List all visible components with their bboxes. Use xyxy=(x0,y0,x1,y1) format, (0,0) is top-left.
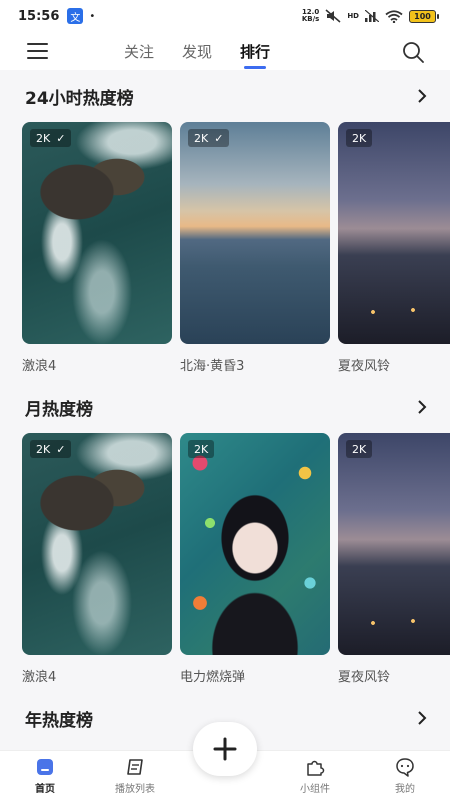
chevron-right-icon[interactable] xyxy=(416,400,428,414)
app-notification-icon: 文 xyxy=(67,8,84,24)
battery-icon: 100 xyxy=(409,9,439,23)
section-title: 24小时热度榜 xyxy=(25,88,134,109)
nav-playlist[interactable]: 播放列表 xyxy=(90,751,180,800)
card-row: 2K ✓ 激浪4 2K ✓ 北海·黄昏3 2K 夏夜风铃 xyxy=(0,122,450,374)
network-speed-unit: KB/s xyxy=(301,15,320,23)
hd-indicator: HD xyxy=(347,12,359,20)
check-icon: ✓ xyxy=(214,131,224,145)
battery-level: 100 xyxy=(414,11,431,21)
top-nav: 关注 发现 排行 xyxy=(0,32,450,70)
wallpaper-card[interactable]: 2K 电力燃烧弹 xyxy=(180,433,330,685)
network-speed: 12.0 KB/s xyxy=(302,9,319,23)
signal-icon xyxy=(365,10,379,22)
wallpaper-thumbnail[interactable]: 2K ✓ xyxy=(22,122,172,344)
chevron-right-icon[interactable] xyxy=(416,711,428,725)
section-24h-ranking: 24小时热度榜 2K ✓ 激浪4 2K ✓ 北海·黄昏3 2K 夏夜风铃 xyxy=(0,70,450,374)
status-bar: 15:56 文 • 12.0 KB/s HD 100 xyxy=(0,0,450,32)
resolution-badge: 2K xyxy=(188,440,215,458)
resolution-badge: 2K ✓ xyxy=(188,129,230,147)
nav-label: 小组件 xyxy=(300,783,330,795)
wallpaper-caption: 北海·黄昏3 xyxy=(180,359,245,374)
chevron-right-icon[interactable] xyxy=(416,89,428,103)
profile-icon xyxy=(396,757,414,777)
wallpaper-thumbnail[interactable]: 2K xyxy=(338,122,450,344)
nav-label: 首页 xyxy=(35,783,55,795)
add-button[interactable] xyxy=(193,722,257,776)
resolution-label: 2K xyxy=(194,442,209,456)
section-title: 年热度榜 xyxy=(25,710,93,731)
tab-follow[interactable]: 关注 xyxy=(124,41,154,62)
nav-label: 我的 xyxy=(395,783,415,795)
wallpaper-card[interactable]: 2K 夏夜风铃 xyxy=(338,433,450,685)
tab-ranking[interactable]: 排行 xyxy=(240,41,270,69)
resolution-badge: 2K xyxy=(346,440,373,458)
resolution-badge: 2K ✓ xyxy=(30,440,72,458)
section-title: 月热度榜 xyxy=(25,399,93,420)
wallpaper-caption: 电力燃烧弹 xyxy=(180,670,246,685)
check-icon: ✓ xyxy=(56,442,66,456)
nav-label: 播放列表 xyxy=(115,783,155,795)
home-icon xyxy=(37,758,53,775)
resolution-badge: 2K ✓ xyxy=(30,129,72,147)
wallpaper-thumbnail[interactable]: 2K xyxy=(180,433,330,655)
section-monthly-ranking: 月热度榜 2K ✓ 激浪4 2K 电力燃烧弹 2K 夏夜风铃 xyxy=(0,381,450,685)
wallpaper-caption: 夏夜风铃 xyxy=(338,670,391,685)
playlist-icon xyxy=(127,758,143,775)
tab-discover[interactable]: 发现 xyxy=(182,41,212,62)
wallpaper-card[interactable]: 2K ✓ 激浪4 xyxy=(22,122,172,374)
wallpaper-thumbnail[interactable]: 2K xyxy=(338,433,450,655)
widget-icon xyxy=(307,760,325,776)
card-row: 2K ✓ 激浪4 2K 电力燃烧弹 2K 夏夜风铃 xyxy=(0,433,450,685)
wallpaper-card[interactable]: 2K ✓ 激浪4 xyxy=(22,433,172,685)
wifi-icon xyxy=(385,9,403,23)
resolution-badge: 2K xyxy=(346,129,373,147)
ranking-content[interactable]: 24小时热度榜 2K ✓ 激浪4 2K ✓ 北海·黄昏3 2K 夏夜风铃 月热度… xyxy=(0,70,450,750)
wallpaper-card[interactable]: 2K 夏夜风铃 xyxy=(338,122,450,374)
resolution-label: 2K xyxy=(36,442,51,456)
wallpaper-caption: 夏夜风铃 xyxy=(338,359,391,374)
wallpaper-thumbnail[interactable]: 2K ✓ xyxy=(22,433,172,655)
mute-icon xyxy=(325,9,341,23)
section-header[interactable]: 月热度榜 xyxy=(0,381,450,433)
section-header[interactable]: 24小时热度榜 xyxy=(0,70,450,122)
plus-icon xyxy=(213,737,237,761)
nav-widget[interactable]: 小组件 xyxy=(270,751,360,800)
search-icon[interactable] xyxy=(402,41,424,63)
menu-icon[interactable] xyxy=(27,43,48,59)
status-time: 15:56 xyxy=(18,8,60,24)
wallpaper-thumbnail[interactable]: 2K ✓ xyxy=(180,122,330,344)
wallpaper-caption: 激浪4 xyxy=(22,670,57,685)
resolution-label: 2K xyxy=(36,131,51,145)
resolution-label: 2K xyxy=(352,131,367,145)
nav-profile[interactable]: 我的 xyxy=(360,751,450,800)
resolution-label: 2K xyxy=(194,131,209,145)
check-icon: ✓ xyxy=(56,131,66,145)
nav-home[interactable]: 首页 xyxy=(0,751,90,800)
notification-dot: • xyxy=(89,10,96,22)
resolution-label: 2K xyxy=(352,442,367,456)
wallpaper-caption: 激浪4 xyxy=(22,359,57,374)
wallpaper-card[interactable]: 2K ✓ 北海·黄昏3 xyxy=(180,122,330,374)
top-tabs: 关注 发现 排行 xyxy=(124,32,270,70)
